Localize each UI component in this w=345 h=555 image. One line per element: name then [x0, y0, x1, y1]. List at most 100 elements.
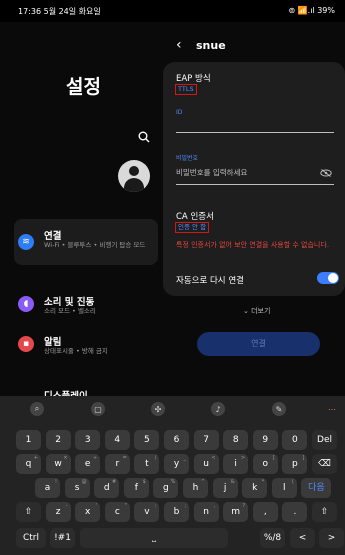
- key-Del[interactable]: Del: [312, 430, 337, 450]
- key-3[interactable]: 3: [75, 430, 101, 450]
- key-,[interactable]: ,: [252, 502, 278, 522]
- key-%/8[interactable]: %/8: [260, 528, 285, 548]
- more-icon[interactable]: ⋯: [325, 402, 339, 416]
- password-field[interactable]: 비밀번호를 입력하세요: [176, 167, 247, 178]
- key-7[interactable]: 7: [193, 430, 219, 450]
- key-s[interactable]: s @: [64, 478, 90, 498]
- key-1[interactable]: 1: [16, 430, 41, 450]
- key-label: m: [231, 507, 241, 517]
- id-field[interactable]: [176, 132, 334, 133]
- key-d[interactable]: d #: [94, 478, 120, 498]
- key-hint: %: [170, 479, 176, 485]
- menu-title: 알림: [44, 337, 62, 348]
- key-g[interactable]: g%: [153, 478, 179, 498]
- key-8[interactable]: 8: [223, 430, 249, 450]
- key-l[interactable]: l(: [271, 478, 297, 498]
- key-e[interactable]: e ÷: [75, 454, 101, 474]
- key-v[interactable]: v:: [134, 502, 160, 522]
- key-Ctrl[interactable]: Ctrl: [16, 528, 46, 548]
- key-z[interactable]: z-: [45, 502, 71, 522]
- eap-value[interactable]: TTLS: [175, 84, 197, 95]
- key-x[interactable]: x ': [75, 502, 101, 522]
- settings-item-display[interactable]: 디스플레이: [14, 384, 158, 396]
- clipboard-icon[interactable]: ▢: [91, 402, 105, 416]
- key-hint: ]: [302, 455, 305, 461]
- search-icon[interactable]: ⌕: [30, 402, 44, 416]
- key-4[interactable]: 4: [104, 430, 130, 450]
- keyboard: ⌕ ▢ ✣ ♪ ✎ ⋯ 1 2 3 4 5 6 7 8 9 0 Del q + w × e ÷ r = t / y _ u < i…: [0, 396, 345, 555]
- key-5[interactable]: 5: [134, 430, 160, 450]
- key-w[interactable]: w ×: [45, 454, 71, 474]
- back-icon[interactable]: ‹: [176, 37, 182, 53]
- key-i[interactable]: i >: [223, 454, 249, 474]
- mic-icon[interactable]: ♪: [211, 402, 225, 416]
- key-⇧[interactable]: ⇧: [16, 502, 41, 522]
- space-key[interactable]: ⎵: [80, 528, 228, 548]
- menu-title: 연결: [44, 231, 62, 242]
- key-label: n: [203, 507, 209, 517]
- key->[interactable]: >: [319, 528, 344, 548]
- key-hint: >: [240, 455, 246, 461]
- key-⇧[interactable]: ⇧: [312, 502, 337, 522]
- key-!#1[interactable]: !#1: [50, 528, 75, 548]
- key-a[interactable]: a!: [35, 478, 60, 498]
- key-label: v: [144, 507, 150, 517]
- settings-item-sound[interactable]: ◖ 소리 및 진동 소리 모드 • 벨소리: [14, 290, 158, 320]
- key-9[interactable]: 9: [252, 430, 278, 450]
- key-다음[interactable]: 다음: [301, 478, 332, 498]
- key-hint: ": [124, 503, 127, 509]
- key-6[interactable]: 6: [164, 430, 189, 450]
- key-label: k: [252, 483, 258, 493]
- key-label: 5: [144, 435, 150, 445]
- key-2[interactable]: 2: [45, 430, 71, 450]
- move-icon[interactable]: ✣: [151, 402, 165, 416]
- key-label: u: [203, 459, 209, 469]
- id-label: ID: [176, 109, 183, 116]
- eye-off-icon[interactable]: [320, 169, 332, 177]
- key-label: y: [173, 459, 180, 469]
- avatar[interactable]: [118, 160, 150, 192]
- key-o[interactable]: o[: [252, 454, 278, 474]
- key-hint: (: [291, 479, 294, 485]
- key-label: !#1: [54, 533, 71, 543]
- sound-icon: ◖: [18, 296, 34, 312]
- key-.[interactable]: .: [282, 502, 308, 522]
- connect-button[interactable]: 연결: [197, 332, 320, 356]
- key-label: 4: [114, 435, 121, 445]
- key-y[interactable]: y _: [164, 454, 189, 474]
- key-u[interactable]: u <: [193, 454, 219, 474]
- settings-item-connections[interactable]: ≋ 연결 Wi-Fi • 블루투스 • 비행기 탑승 모드: [14, 219, 158, 265]
- ca-value[interactable]: 인증 안 함: [175, 222, 210, 233]
- key-p[interactable]: p]: [282, 454, 308, 474]
- key-r[interactable]: r =: [104, 454, 130, 474]
- key-hint: ?: [242, 503, 246, 509]
- handwriting-icon[interactable]: ✎: [272, 402, 286, 416]
- key-label: ⎵: [152, 533, 156, 543]
- key-k[interactable]: k *: [242, 478, 268, 498]
- key-m[interactable]: m?: [223, 502, 249, 522]
- keyboard-toolbar: ⌕ ▢ ✣ ♪ ✎ ⋯: [0, 396, 345, 422]
- settings-item-notifications[interactable]: ▪ 알림 상태표시줄 • 방해 금지: [14, 330, 158, 360]
- key-label: >: [327, 533, 336, 543]
- key-b[interactable]: b;: [164, 502, 189, 522]
- key-c[interactable]: c ": [104, 502, 130, 522]
- key-label: h: [192, 483, 199, 493]
- more-link[interactable]: ⌄ 더보기: [243, 306, 270, 316]
- auto-reconnect-toggle[interactable]: [317, 272, 339, 284]
- key-<[interactable]: <: [290, 528, 315, 548]
- search-icon[interactable]: [138, 131, 150, 143]
- status-time-date: 17:36 5월 24일 화요일: [18, 7, 101, 16]
- key-label: x: [85, 507, 91, 517]
- key-label: q: [25, 459, 32, 469]
- key-h[interactable]: h ^: [183, 478, 208, 498]
- key-f[interactable]: f $: [123, 478, 149, 498]
- key-hint: #: [111, 479, 117, 485]
- key-n[interactable]: n,: [193, 502, 219, 522]
- key-⌫[interactable]: ⌫: [312, 454, 337, 474]
- key-0[interactable]: 0: [282, 430, 308, 450]
- key-j[interactable]: j &: [212, 478, 238, 498]
- key-t[interactable]: t /: [134, 454, 160, 474]
- key-label: i: [234, 459, 237, 469]
- key-hint: $: [142, 479, 146, 485]
- key-q[interactable]: q +: [16, 454, 41, 474]
